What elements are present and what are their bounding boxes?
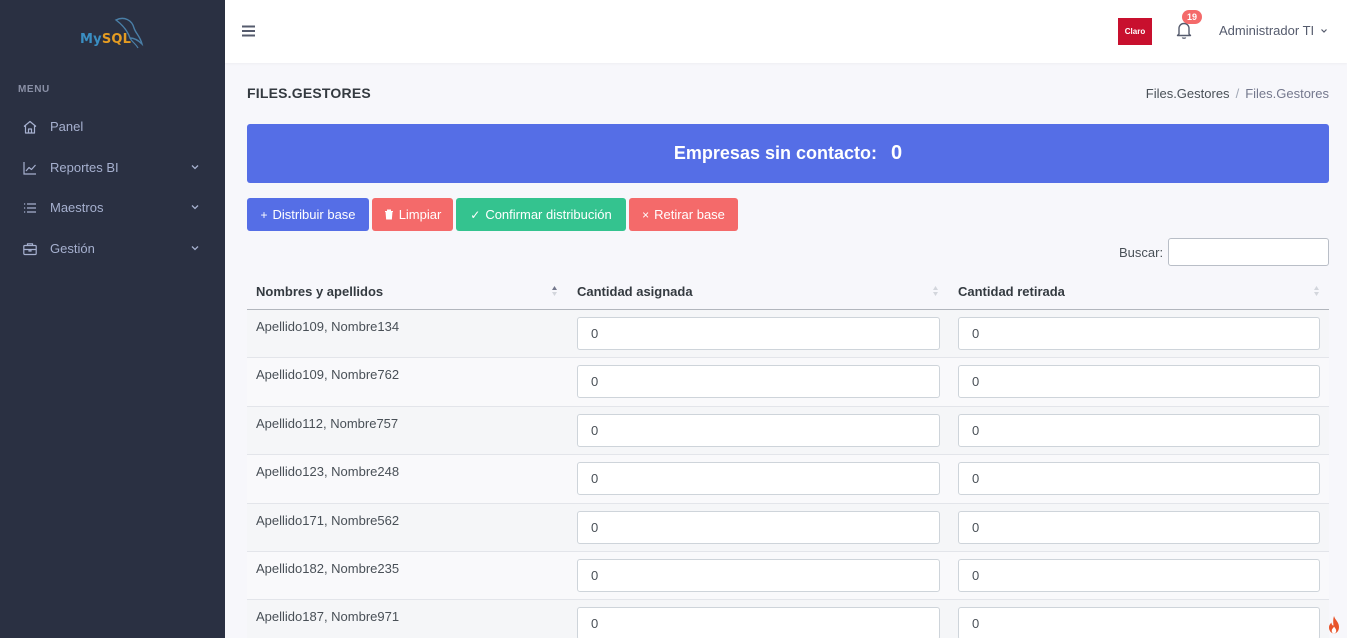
asignada-input[interactable]: 0 (577, 510, 940, 544)
withdraw-button-label: Retirar base (654, 207, 725, 222)
cell-name: Apellido123, Nombre248 (256, 464, 400, 480)
menu-title: MENU (18, 84, 50, 95)
distribute-button[interactable]: + Distribuir base (247, 198, 369, 231)
cell-name: Apellido109, Nombre134 (256, 319, 400, 334)
user-menu[interactable]: Administrador TI (1219, 23, 1314, 38)
sidebar-item-reportes-bi[interactable]: Reportes BI (0, 153, 225, 183)
claro-logo[interactable]: Claro (1118, 18, 1152, 45)
plus-icon: + (260, 207, 268, 222)
confirm-button-label: Confirmar distribución (485, 207, 612, 222)
logo-text-my: My (80, 32, 102, 47)
breadcrumb: Files.Gestores / Files.Gestores (1146, 86, 1329, 101)
logo-text-sql: SQL (101, 32, 132, 47)
cell-name: Apellido171, Nombre562 (256, 512, 400, 528)
table-row: Apellido187, Nombre971 0 0 (247, 600, 1329, 638)
mysql-logo[interactable]: MySQL (78, 14, 150, 54)
sidebar-item-maestros[interactable]: Maestros (0, 193, 225, 223)
close-icon: × (642, 207, 650, 222)
table-row: Apellido182, Nombre235 0 0 (247, 551, 1329, 601)
asignada-input[interactable]: 0 (577, 558, 940, 592)
retirada-input[interactable]: 0 (958, 510, 1320, 544)
breadcrumb-link[interactable]: Files.Gestores (1146, 86, 1230, 101)
sort-icon[interactable] (932, 284, 939, 298)
retirada-input[interactable]: 0 (958, 558, 1320, 592)
flame-icon[interactable] (1325, 615, 1343, 635)
retirada-input[interactable]: 0 (958, 607, 1320, 638)
asignada-input[interactable]: 0 (577, 365, 940, 399)
sidebar-item-label: Maestros (50, 200, 104, 215)
retirada-input[interactable]: 0 (958, 317, 1320, 350)
cell-name: Apellido182, Nombre235 (256, 560, 400, 576)
asignada-input[interactable]: 0 (577, 607, 940, 638)
table-row: Apellido112, Nombre757 0 0 (247, 406, 1329, 456)
chevron-down-icon[interactable] (1320, 27, 1328, 35)
banner-value: 0 (890, 142, 903, 164)
confirm-distribution-button[interactable]: ✓ Confirmar distribución (456, 198, 626, 231)
check-icon: ✓ (470, 207, 481, 222)
column-header-asignada[interactable]: Cantidad asignada (577, 284, 693, 299)
column-header-retirada[interactable]: Cantidad retirada (958, 284, 1065, 299)
sidebar-item-label: Panel (50, 119, 84, 134)
retirada-input[interactable]: 0 (958, 365, 1320, 399)
retirada-input[interactable]: 0 (958, 413, 1320, 447)
search-input[interactable] (1168, 238, 1329, 266)
sidebar-item-panel[interactable]: Panel (0, 112, 225, 142)
home-icon (23, 120, 37, 134)
gestores-table: Nombres y apellidos Cantidad asignada Ca… (247, 272, 1329, 638)
table-row: Apellido109, Nombre762 0 0 (247, 358, 1329, 407)
breadcrumb-current: Files.Gestores (1245, 86, 1329, 101)
sidebar-item-label: Gestión (50, 241, 95, 256)
table-row: Apellido123, Nombre248 0 0 (247, 455, 1329, 504)
list-icon (24, 203, 36, 213)
summary-banner: Empresas sin contacto: 0 (247, 124, 1329, 183)
asignada-input[interactable]: 0 (577, 462, 940, 496)
sort-icon[interactable] (551, 284, 558, 298)
topbar: Claro 19 Administrador TI (225, 0, 1347, 63)
clear-button[interactable]: Limpiar (372, 198, 453, 231)
chart-line-icon (23, 162, 36, 175)
table-row: Apellido109, Nombre134 0 0 (247, 310, 1329, 359)
cell-name: Apellido112, Nombre757 (256, 415, 399, 431)
column-header-nombres[interactable]: Nombres y apellidos (256, 284, 383, 299)
clear-button-label: Limpiar (398, 207, 442, 222)
table-row: Apellido171, Nombre562 0 0 (247, 503, 1329, 552)
chevron-down-icon (191, 205, 199, 210)
table-body: Apellido109, Nombre134 0 0 Apellido109, … (247, 310, 1329, 638)
logo-text: MySQL (80, 32, 131, 47)
sort-icon[interactable] (1313, 284, 1320, 298)
search-label: Buscar: (1119, 245, 1164, 260)
retirada-input[interactable]: 0 (958, 462, 1320, 496)
sidebar-item-gestion[interactable]: Gestión (0, 234, 225, 264)
trash-icon (384, 209, 393, 220)
withdraw-button[interactable]: × Retirar base (629, 198, 738, 231)
briefcase-icon (23, 243, 37, 256)
distribute-button-label: Distribuir base (272, 207, 356, 222)
sidebar-item-label: Reportes BI (50, 160, 119, 175)
cell-name: Apellido187, Nombre971 (256, 609, 400, 625)
banner-label: Empresas sin contacto: (673, 143, 877, 163)
table-header: Nombres y apellidos Cantidad asignada Ca… (247, 272, 1329, 310)
page-title: FILES.GESTORES (247, 85, 371, 101)
hamburger-menu-icon[interactable] (242, 25, 255, 37)
cell-name: Apellido109, Nombre762 (256, 367, 400, 383)
sidebar: MySQL MENU Panel Reportes BI Maestros Ge… (0, 0, 225, 638)
notification-badge: 19 (1182, 10, 1202, 24)
asignada-input[interactable]: 0 (577, 413, 940, 447)
asignada-input[interactable]: 0 (577, 317, 940, 350)
chevron-down-icon (191, 246, 199, 251)
chevron-down-icon (191, 165, 199, 170)
breadcrumb-separator: / (1235, 86, 1240, 101)
